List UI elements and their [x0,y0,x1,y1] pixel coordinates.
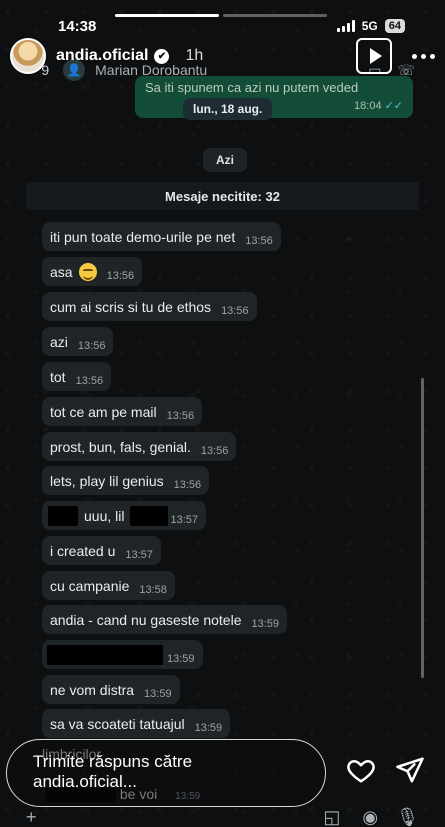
sticker-icon[interactable]: ◱ [323,807,340,827]
smiley-emoji-icon [78,262,97,281]
instagram-story-screen: 14:38 5G 64 ‹ 9 👤 Marian Dorobantu ▭ ☏ a… [0,0,445,827]
incoming-message: asa 13:56 [42,257,143,286]
message-time: 13:57 [125,548,153,561]
message-text: tot [50,368,66,385]
outgoing-message-text: Sa iti spunem ca azi nu putem veded [145,80,359,95]
play-icon [369,48,382,64]
add-attachment-icon[interactable]: + [26,807,37,827]
message-text: andia - cand nu gaseste notele [50,611,242,628]
read-ticks-icon: ✓✓ [384,100,403,112]
status-time: 14:38 [58,18,97,35]
message-time: 13:59 [144,687,172,700]
outgoing-message-time: 18:04 [354,100,382,112]
message-text: asa [50,263,73,280]
send-paper-plane-icon[interactable] [395,755,425,785]
message-text: azi [50,333,68,350]
redacted-text [48,505,78,526]
like-heart-icon[interactable] [346,755,376,785]
chat-input-bar: + ◱ ◉ 🎙 [26,807,419,827]
reply-placeholder-line2: andia.oficial... [33,772,137,791]
message-text: i created u [50,542,116,559]
incoming-message: sa va scoateti tatuajul 13:59 [42,709,231,738]
story-age: 1h [185,47,204,64]
message-text: sa va scoateti tatuajul [50,715,185,732]
message-text: lets, play lil genius [50,472,164,489]
incoming-message: i created u 13:57 [42,536,161,565]
redacted-text [130,505,169,526]
signal-icon [336,20,355,32]
chat-scrollbar[interactable] [421,378,424,678]
outgoing-message: Sa iti spunem ca azi nu putem veded 18:0… [135,76,413,118]
reply-input[interactable]: Trimite răspuns către andia.oficial... [6,739,326,807]
incoming-message: andia - cand nu gaseste notele 13:59 [42,605,288,634]
message-time: 13:59 [251,617,280,630]
message-time: 13:56 [75,374,104,387]
message-time: 13:58 [139,583,167,596]
message-text: uuu, lil [84,507,125,524]
message-text: cum ai scris si tu de ethos [50,298,212,315]
microphone-icon[interactable]: 🎙 [396,807,419,827]
story-avatar[interactable] [10,38,46,74]
incoming-message: prost, bun, fals, genial. 13:56 [42,432,237,461]
message-text: ne vom distra [50,681,135,698]
message-time: 13:56 [77,339,106,352]
incoming-message: cu campanie 13:58 [42,571,175,600]
battery-level: 64 [384,19,405,33]
status-bar: 14:38 5G 64 [0,16,445,38]
message-time: 13:59 [167,652,195,665]
network-label: 5G [361,19,378,33]
message-time: 13:56 [166,409,195,422]
today-separator: Azi [203,148,247,172]
message-time: 13:56 [245,234,273,247]
more-options-button[interactable] [412,53,435,59]
date-separator: lun., 18 aug. [183,98,273,120]
unread-messages-banner: Mesaje necitite: 32 [26,182,419,210]
verified-badge-icon: ✔ [154,48,170,64]
message-time: 13:56 [173,478,202,491]
message-time: 13:59 [194,721,223,734]
camera-icon[interactable]: ◉ [362,807,378,827]
play-button[interactable] [356,38,392,74]
reply-placeholder-line1: Trimite răspuns către [33,752,193,771]
incoming-message: uuu, lil 13:57 [42,501,206,530]
redacted-text [47,644,163,665]
story-username[interactable]: andia.oficial [56,47,148,65]
message-time: 13:57 [170,513,198,526]
message-time: 13:56 [221,304,249,317]
incoming-message: lets, play lil genius 13:56 [42,466,210,495]
message-time: 13:56 [106,269,135,282]
incoming-message: cum ai scris si tu de ethos 13:56 [42,292,257,321]
incoming-message: ne vom distra 13:59 [42,675,180,704]
incoming-message: iti pun toate demo-urile pe net 13:56 [42,222,281,251]
message-time: 13:56 [200,444,229,457]
incoming-message: azi 13:56 [42,327,114,356]
incoming-message: tot ce am pe mail 13:56 [42,397,203,426]
incoming-message: tot 13:56 [42,362,112,391]
message-text: cu campanie [50,577,130,594]
incoming-message: 13:59 [42,640,203,669]
message-text: tot ce am pe mail [50,403,157,420]
story-header: andia.oficial ✔ 1h [10,38,435,74]
message-text: iti pun toate demo-urile pe net [50,228,236,245]
message-text: prost, bun, fals, genial. [50,438,191,455]
